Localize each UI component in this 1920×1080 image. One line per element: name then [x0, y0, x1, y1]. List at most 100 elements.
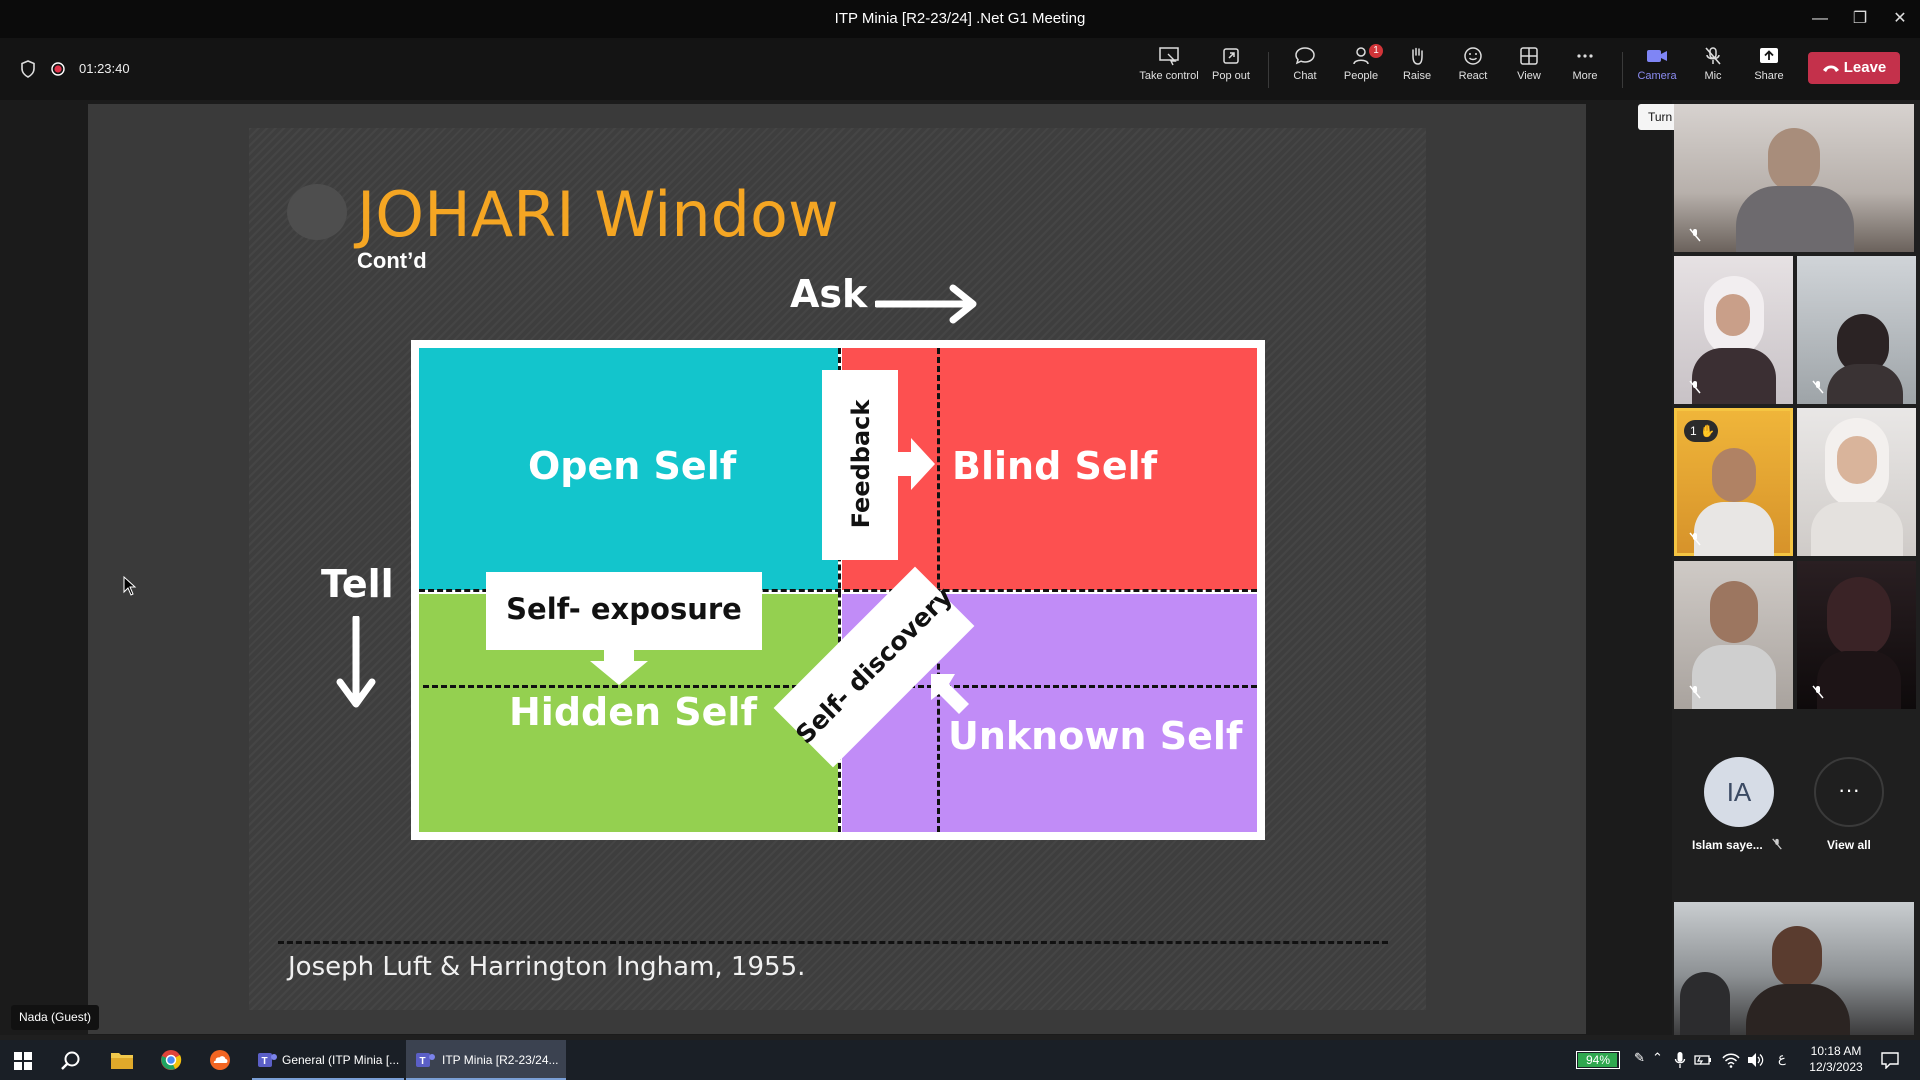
participant-figure — [1680, 972, 1730, 1035]
camera-label: Camera — [1637, 70, 1677, 82]
participant-video-tile[interactable] — [1797, 561, 1916, 709]
more-icon — [1577, 54, 1593, 58]
more-label: More — [1572, 70, 1598, 82]
self-discovery-arrow-icon — [931, 674, 969, 714]
chrome-icon[interactable] — [160, 1049, 182, 1071]
self-exposure-arrow-icon — [590, 647, 648, 685]
raised-hand-order: 1 — [1690, 424, 1697, 438]
open-self-label: Open Self — [528, 444, 737, 488]
language-indicator-icon[interactable]: ع — [1778, 1050, 1786, 1066]
self-exposure-label: Self- exposure — [506, 592, 742, 626]
taskbar-app-teams-meeting[interactable]: T ITP Minia [R2-23/24... — [406, 1040, 566, 1080]
notifications-icon[interactable] — [1880, 1051, 1900, 1069]
share-icon — [1760, 48, 1778, 63]
ask-arrow-icon — [875, 284, 977, 324]
toolbar-divider — [1622, 52, 1623, 88]
view-icon — [1520, 47, 1538, 65]
take-control-icon — [1159, 47, 1179, 66]
file-explorer-icon[interactable] — [110, 1050, 134, 1070]
search-icon[interactable] — [60, 1050, 82, 1072]
chat-button[interactable]: Chat — [1275, 46, 1335, 82]
taskbar-app-label: General (ITP Minia [... — [282, 1053, 400, 1067]
teams-icon: T — [416, 1053, 435, 1067]
feedback-arrow-icon — [897, 438, 935, 490]
windows-taskbar: T General (ITP Minia [... T ITP Minia [R… — [0, 1040, 1920, 1080]
meeting-timer: 01:23:40 — [79, 61, 130, 76]
chevron-up-icon[interactable]: ⌃ — [1652, 1050, 1663, 1066]
mic-off-icon — [1689, 685, 1701, 699]
hidden-self-label: Hidden Self — [509, 690, 757, 734]
battery-indicator[interactable]: 94% — [1576, 1051, 1620, 1069]
take-control-label: Take control — [1139, 70, 1199, 82]
participant-video-tile[interactable] — [1674, 256, 1793, 404]
self-video-tile[interactable] — [1674, 902, 1914, 1035]
participant-figure — [1827, 577, 1891, 657]
clock[interactable]: 10:18 AM 12/3/2023 — [1806, 1043, 1866, 1075]
more-icon: ··· — [1838, 777, 1860, 802]
title-bullet-circle — [287, 184, 347, 240]
mic-off-icon — [1772, 838, 1782, 850]
people-button[interactable]: People 1 — [1331, 44, 1391, 82]
phone-hangup-icon — [1822, 65, 1839, 73]
pen-icon[interactable]: ✎ — [1634, 1050, 1645, 1066]
camera-button[interactable]: Camera — [1627, 46, 1687, 82]
microphone-icon[interactable] — [1674, 1051, 1686, 1069]
participant-video-tile[interactable] — [1797, 256, 1916, 404]
participant-video-tile[interactable] — [1674, 561, 1793, 709]
participant-video-tile[interactable] — [1674, 104, 1914, 252]
mic-off-icon — [1689, 380, 1701, 394]
participant-avatar[interactable]: IA — [1704, 757, 1774, 827]
taskbar-app-teams-general[interactable]: T General (ITP Minia [... — [252, 1040, 404, 1080]
feedback-label: Feedback — [847, 399, 875, 529]
raise-hand-button[interactable]: Raise — [1387, 46, 1447, 82]
participant-video-tile[interactable]: 1 ✋ — [1674, 408, 1793, 556]
participant-figure — [1710, 581, 1758, 643]
share-button[interactable]: Share — [1739, 46, 1799, 82]
participant-video-tile[interactable] — [1797, 408, 1916, 556]
participant-figure — [1827, 364, 1903, 404]
react-icon — [1464, 47, 1482, 65]
react-label: React — [1458, 70, 1488, 82]
raise-hand-icon — [1412, 47, 1423, 65]
raised-hand-icon: ✋ — [1700, 424, 1715, 438]
svg-text:T: T — [420, 1056, 426, 1067]
participant-avatar-name: Islam saye... — [1692, 838, 1763, 852]
slide-title: JOHARI Window — [357, 178, 839, 251]
chat-icon — [1295, 47, 1315, 65]
mic-button[interactable]: Mic — [1683, 46, 1743, 82]
unknown-self-label: Unknown Self — [948, 714, 1243, 758]
leave-button[interactable]: Leave — [1808, 52, 1900, 84]
people-badge: 1 — [1369, 44, 1383, 58]
participant-figure — [1692, 348, 1776, 404]
take-control-button[interactable]: Take control — [1139, 46, 1199, 82]
view-all-button[interactable]: ··· — [1814, 757, 1884, 827]
view-all-label[interactable]: View all — [1827, 838, 1871, 852]
view-button[interactable]: View — [1499, 46, 1559, 82]
windows-start-icon[interactable] — [14, 1052, 32, 1070]
mic-off-icon — [1705, 47, 1721, 65]
participant-figure — [1736, 186, 1854, 252]
mouse-cursor-icon — [123, 576, 137, 596]
pop-out-button[interactable]: Pop out — [1201, 46, 1261, 82]
johari-grid: Open Self Blind Self Hidden Self Unknown… — [411, 340, 1265, 840]
svg-text:T: T — [262, 1056, 268, 1067]
battery-percent: 94% — [1585, 1053, 1611, 1067]
more-button[interactable]: More — [1555, 46, 1615, 82]
slide-subtitle: Cont’d — [357, 248, 427, 273]
participant-figure — [1716, 294, 1750, 336]
power-icon[interactable] — [1694, 1052, 1712, 1068]
raise-label: Raise — [1402, 70, 1432, 82]
pop-out-icon — [1223, 48, 1239, 64]
slide-citation: Joseph Luft & Harrington Ingham, 1955. — [288, 952, 806, 982]
cloud-app-icon[interactable] — [209, 1049, 231, 1071]
mic-off-icon — [1689, 532, 1701, 546]
citation-divider — [278, 941, 1388, 944]
participant-figure — [1837, 436, 1877, 484]
minimize-button[interactable]: — — [1800, 6, 1840, 32]
restore-button[interactable]: ❐ — [1840, 6, 1880, 32]
close-button[interactable]: ✕ — [1880, 6, 1920, 32]
wifi-icon[interactable] — [1722, 1051, 1740, 1069]
react-button[interactable]: React — [1443, 46, 1503, 82]
raised-hand-badge: 1 ✋ — [1684, 420, 1718, 442]
volume-icon[interactable] — [1746, 1051, 1764, 1069]
